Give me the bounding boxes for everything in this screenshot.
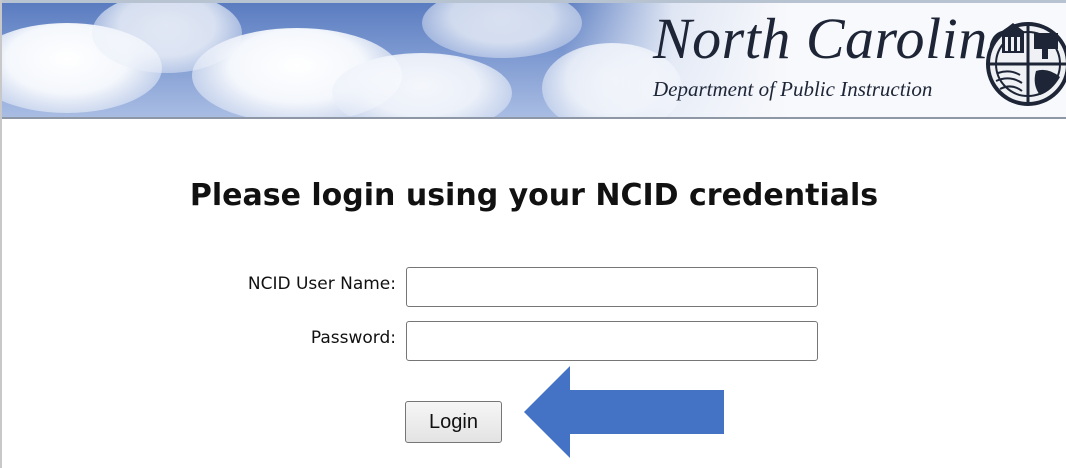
username-label: NCID User Name: (247, 274, 396, 294)
login-page: North Carolina Department of Public Inst… (0, 0, 1066, 468)
password-label: Password: (310, 328, 396, 348)
left-arrow-icon (524, 366, 724, 458)
username-input[interactable] (406, 267, 818, 307)
banner-subtitle: Department of Public Instruction (653, 77, 933, 101)
login-heading: Please login using your NCID credentials (189, 178, 879, 213)
header-banner: North Carolina Department of Public Inst… (2, 0, 1066, 119)
nc-dpi-seal-icon (986, 22, 1066, 106)
cloud (422, 3, 582, 58)
banner-title: North Carolina (653, 6, 1018, 71)
arrow-shape (524, 366, 724, 458)
login-button[interactable]: Login (405, 401, 502, 443)
password-input[interactable] (406, 321, 818, 361)
